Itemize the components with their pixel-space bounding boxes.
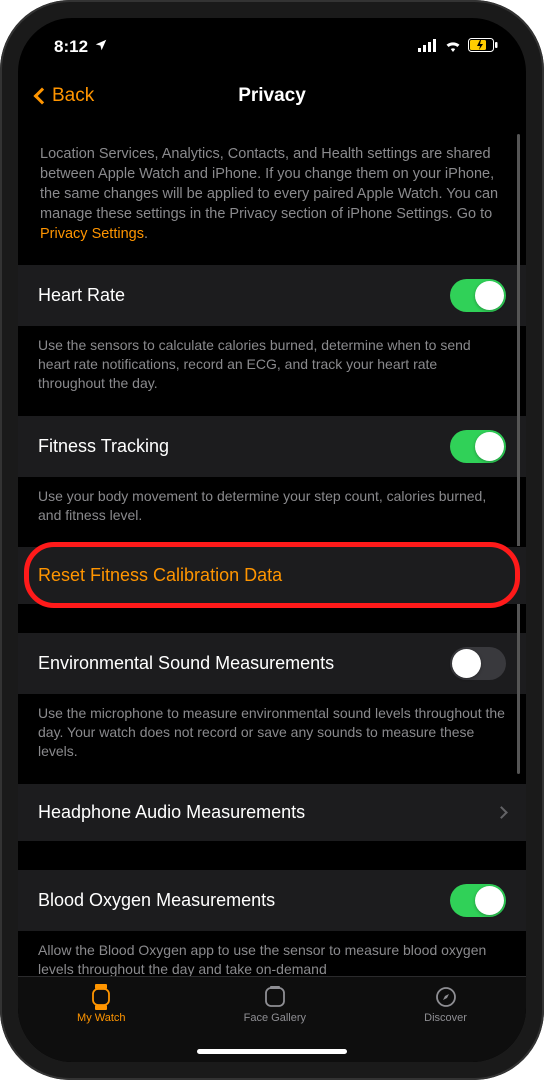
fitness-tracking-label: Fitness Tracking [38,436,450,457]
screen: 8:12 Back [18,18,526,1062]
watch-icon [87,985,115,1009]
wifi-icon [444,37,462,57]
heart-rate-label: Heart Rate [38,285,450,306]
headphone-audio-row[interactable]: Headphone Audio Measurements [18,783,526,841]
blood-oxygen-toggle[interactable] [450,884,506,917]
heart-rate-row[interactable]: Heart Rate [18,264,526,326]
tab-face-gallery-label: Face Gallery [244,1012,306,1024]
environmental-sound-label: Environmental Sound Measurements [38,653,450,674]
chevron-left-icon [34,88,51,105]
blood-oxygen-label: Blood Oxygen Measurements [38,890,450,911]
environmental-sound-row[interactable]: Environmental Sound Measurements [18,632,526,694]
content-scroll[interactable]: Location Services, Analytics, Contacts, … [18,126,526,976]
reset-fitness-calibration-button[interactable]: Reset Fitness Calibration Data [18,546,526,604]
blood-oxygen-row[interactable]: Blood Oxygen Measurements [18,869,526,931]
nav-bar: Back Privacy [18,66,526,126]
blood-oxygen-footer: Allow the Blood Oxygen app to use the se… [18,931,526,976]
page-title: Privacy [238,85,306,107]
notch [162,18,382,50]
compass-icon [432,985,460,1009]
privacy-settings-link[interactable]: Privacy Settings [40,226,144,242]
scroll-indicator[interactable] [517,134,520,774]
heart-rate-footer: Use the sensors to calculate calories bu… [18,326,526,415]
home-indicator[interactable] [197,1049,347,1054]
headphone-audio-label: Headphone Audio Measurements [38,802,497,823]
environmental-sound-toggle[interactable] [450,647,506,680]
phone-frame: 8:12 Back [0,0,544,1080]
status-time: 8:12 [54,37,88,57]
reset-fitness-calibration-label: Reset Fitness Calibration Data [38,565,506,586]
battery-icon [468,37,498,57]
tab-discover[interactable]: Discover [424,985,467,1024]
tab-face-gallery[interactable]: Face Gallery [244,985,306,1024]
tab-my-watch[interactable]: My Watch [77,985,126,1024]
tab-discover-label: Discover [424,1012,467,1024]
tab-my-watch-label: My Watch [77,1012,126,1024]
face-gallery-icon [261,985,289,1009]
fitness-tracking-row[interactable]: Fitness Tracking [18,415,526,477]
fitness-tracking-footer: Use your body movement to determine your… [18,477,526,547]
intro-text: Location Services, Analytics, Contacts, … [18,126,526,264]
back-button[interactable]: Back [36,85,94,107]
fitness-tracking-toggle[interactable] [450,430,506,463]
chevron-right-icon [495,806,508,819]
environmental-sound-footer: Use the microphone to measure environmen… [18,694,526,783]
back-label: Back [52,85,94,107]
location-arrow-icon [94,38,108,56]
heart-rate-toggle[interactable] [450,279,506,312]
cellular-signal-icon [418,37,438,57]
